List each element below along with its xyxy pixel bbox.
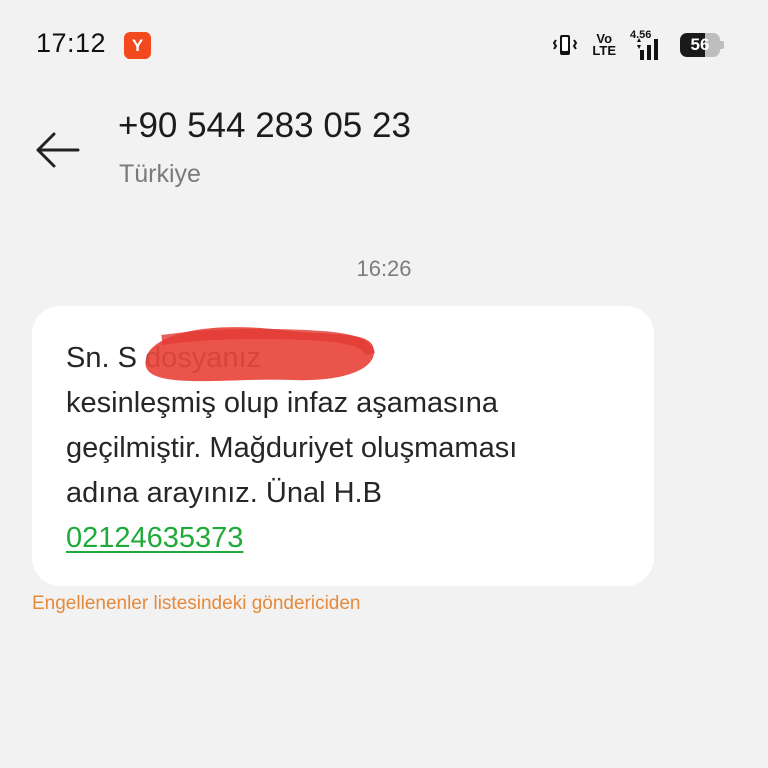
message-bubble[interactable]: Sn. S dosyanız kesinleşmiş olup infaz aş… [32, 306, 654, 586]
signal-icon: 4.56 [630, 29, 666, 60]
blocked-sender-notice: Engellenenler listesindeki göndericiden [32, 593, 361, 614]
back-arrow-icon [36, 132, 80, 168]
status-time: 17:12 [36, 28, 107, 58]
volte-icon: Vo LTE [592, 32, 616, 58]
status-bar: 17:12 Y Vo LTE 4.56 56 [0, 0, 768, 90]
back-button[interactable] [28, 122, 84, 178]
status-icons: Vo LTE 4.56 56 [552, 28, 724, 62]
battery-level: 56 [690, 35, 710, 54]
contact-region: Türkiye [119, 160, 201, 188]
phone-number-link[interactable]: 02124635373 [66, 516, 243, 561]
message-timestamp: 16:26 [356, 256, 412, 281]
battery-icon: 56 [680, 33, 724, 57]
app-notification-icon: Y [124, 32, 151, 59]
contact-number[interactable]: +90 544 283 05 23 [118, 106, 411, 146]
volte-bottom: LTE [592, 43, 616, 58]
vibrate-icon [552, 32, 578, 58]
message-text: Sn. S dosyanız kesinleşmiş olup infaz aş… [66, 342, 518, 509]
